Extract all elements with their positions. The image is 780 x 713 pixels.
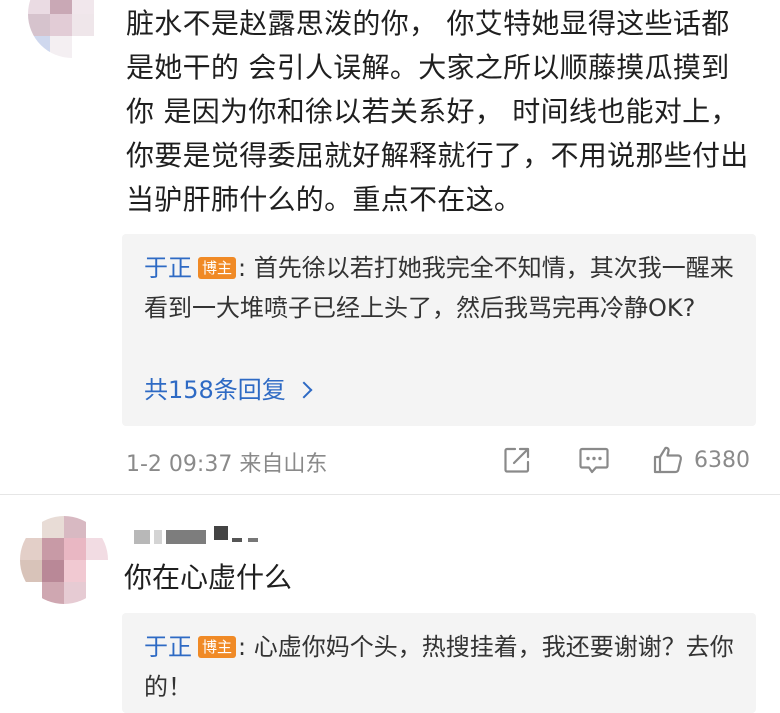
avatar[interactable] [20, 516, 108, 604]
avatar-pixel [86, 516, 108, 538]
avatar-pixel [94, 36, 116, 58]
comment-divider [0, 494, 780, 495]
reply-author-link[interactable]: 于正 [144, 633, 192, 661]
comment-timestamp-location: 1-2 09:37 来自山东 [126, 452, 328, 477]
avatar-pixel [64, 582, 86, 604]
avatar-pixel [42, 538, 64, 560]
avatar-pixel [20, 560, 42, 582]
like-count: 6380 [694, 447, 750, 473]
share-button[interactable] [502, 442, 532, 478]
avatar-pixel [86, 560, 108, 582]
avatar-pixel [42, 582, 64, 604]
avatar-pixel [72, 36, 94, 58]
avatar-pixel [28, 36, 50, 58]
view-all-replies-link[interactable]: 共158条回复 [144, 370, 313, 410]
avatar-pixel [20, 538, 42, 560]
avatar-pixel [86, 582, 108, 604]
avatar-pixel [20, 516, 42, 538]
avatar-pixel [94, 0, 116, 14]
avatar-pixel [50, 36, 72, 58]
avatar-pixel [20, 582, 42, 604]
avatar-pixel [72, 14, 94, 36]
reply-preview-box[interactable]: 于正 博主: 心虚你妈个头，热搜挂着，我还要谢谢？去你的！ [122, 613, 756, 713]
avatar-pixel [42, 560, 64, 582]
avatar-pixel [50, 14, 72, 36]
comment-icon [579, 447, 609, 474]
comment-meta-row: 1-2 09:37 来自山东 6380 [126, 440, 766, 480]
comment-thread: 脏水不是赵露思泼的你， 你艾特她显得这些话都是她干的 会引人误解。大家之所以顺藤… [0, 0, 780, 713]
avatar-pixel [72, 0, 94, 14]
comment-body: 你在心虚什么 [124, 561, 293, 594]
like-button[interactable]: 6380 [652, 442, 750, 478]
chevron-right-icon [295, 381, 313, 399]
avatar[interactable] [28, 0, 116, 58]
author-badge: 博主 [198, 257, 237, 279]
avatar-pixel [86, 538, 108, 560]
view-all-replies-label: 共158条回复 [144, 376, 286, 404]
avatar-pixel [64, 538, 86, 560]
avatar-pixel [94, 14, 116, 36]
reply-preview-box[interactable]: 于正 博主: 首先徐以若打她我完全不知情，其次我一醒来看到一大堆喷子已经上头了，然… [122, 234, 756, 426]
comment-button[interactable] [578, 442, 610, 478]
reply-author-link[interactable]: 于正 [144, 254, 192, 282]
avatar-pixel [64, 560, 86, 582]
reply-preview: 于正 博主: 心虚你妈个头，热搜挂着，我还要谢谢？去你的！ [144, 627, 734, 707]
reply-preview: 于正 博主: 首先徐以若打她我完全不知情，其次我一醒来看到一大堆喷子已经上头了，然… [144, 248, 734, 328]
avatar-pixel [50, 0, 72, 14]
share-icon [504, 447, 530, 473]
thumbs-up-icon [653, 446, 683, 474]
author-badge: 博主 [198, 636, 237, 658]
avatar-pixel [28, 14, 50, 36]
comment-body: 脏水不是赵露思泼的你， 你艾特她显得这些话都是她干的 会引人误解。大家之所以顺藤… [126, 7, 749, 216]
avatar-pixel [28, 0, 50, 14]
username-redacted[interactable] [134, 526, 284, 548]
avatar-pixel [64, 516, 86, 538]
avatar-pixel [42, 516, 64, 538]
